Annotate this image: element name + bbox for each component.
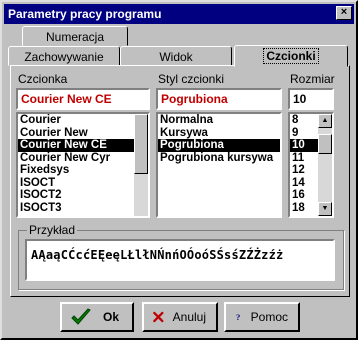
font-size-input[interactable]: 10 [288,88,334,110]
ok-button-label: Ok [102,310,119,324]
list-item[interactable]: ISOCT [18,177,148,190]
title-bar[interactable]: Parametry pracy programu × [4,4,354,24]
help-button-label: Pomoc [250,310,288,324]
list-item[interactable]: Courier New [18,127,148,140]
preview-label: Przykład [27,223,78,237]
list-item[interactable]: Courier New Cyr [18,152,148,165]
cancel-button[interactable]: Anuluj [142,302,218,332]
close-button[interactable]: × [336,6,352,20]
scroll-up-icon[interactable]: ▲ [318,114,332,128]
tab-label: Widok [159,50,193,64]
font-list-scrollbar[interactable] [134,114,148,216]
tab-label: Numeracja [45,30,105,44]
list-item-selected[interactable]: 10 [290,139,318,152]
cancel-button-label: Anuluj [172,310,206,324]
style-label: Styl czcionki [158,72,225,86]
preview-group: Przykład AĄaąCĆcćEĘeęLŁlłNŃnńOÓoóSŚsśZŹŻ… [18,223,344,290]
list-item[interactable]: Pogrubiona kursywa [158,152,280,165]
list-item[interactable]: ISOCT2 [18,189,148,202]
question-mark-icon: ? [236,312,240,322]
size-label: Rozmiar [290,72,335,86]
tab-zachowywanie[interactable]: Zachowywanie [8,46,120,66]
ok-button[interactable]: Ok [60,302,134,332]
preview-sample: AĄaąCĆcćEĘeęLŁlłNŃnńOÓoóSŚsśZŹŻzźż [25,239,335,281]
dialog-window: Parametry pracy programu × Numeracja Zac… [0,0,358,340]
cross-icon [153,311,164,323]
size-list[interactable]: 8 9 10 11 12 14 16 18 ▲ ▼ [288,112,334,218]
font-label: Czcionka [18,72,68,86]
tab-label: Czcionki [263,48,319,64]
list-item-selected[interactable]: Pogrubiona [158,139,280,152]
checkmark-icon [71,308,91,325]
font-name-input[interactable]: Courier New CE [16,88,150,110]
list-item[interactable]: Fixedsys [18,164,148,177]
scroll-down-icon[interactable]: ▼ [318,202,332,216]
font-list[interactable]: Courier Courier New Courier New CE Couri… [16,112,150,218]
list-item[interactable]: Normalna [158,114,280,127]
svg-text:?: ? [236,312,240,322]
list-item[interactable]: Courier [18,114,148,127]
tab-widok[interactable]: Widok [120,46,232,66]
close-icon: × [340,6,348,18]
list-item[interactable]: Kursywa [158,127,280,140]
tab-label: Zachowywanie [24,50,104,64]
font-style-input[interactable]: Pogrubiona [156,88,282,110]
window-title: Parametry pracy programu [8,7,162,21]
size-list-scrollbar[interactable]: ▲ ▼ [318,114,332,216]
help-button[interactable]: ? Pomoc [224,302,300,332]
scrollbar-thumb[interactable] [134,114,148,174]
list-item[interactable]: ISOCT3 [18,202,148,215]
tab-numeracja[interactable]: Numeracja [22,26,128,46]
scrollbar-thumb[interactable] [318,134,332,154]
list-item-selected[interactable]: Courier New CE [18,139,148,152]
tab-czcionki[interactable]: Czcionki [234,45,348,67]
style-list[interactable]: Normalna Kursywa Pogrubiona Pogrubiona k… [156,112,282,218]
